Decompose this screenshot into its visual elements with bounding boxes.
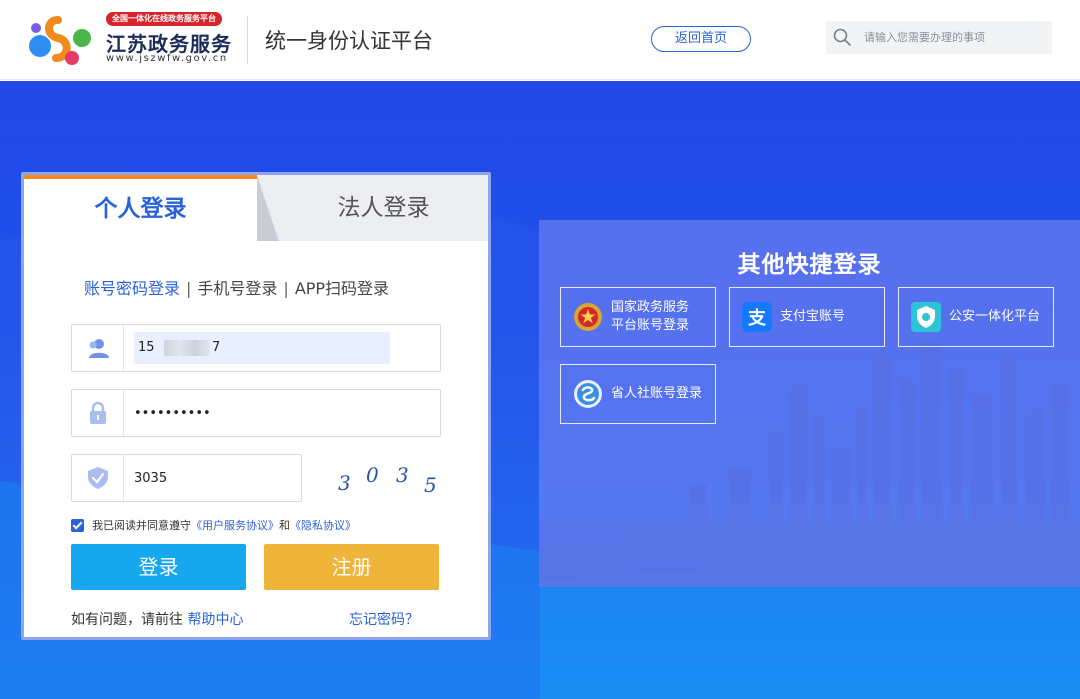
method-separator: | xyxy=(283,279,289,298)
captcha-digit: 5 xyxy=(424,473,437,497)
forgot-password-link[interactable]: 忘记密码？ xyxy=(349,609,419,629)
username-field[interactable]: 15 7 xyxy=(71,324,441,372)
login-card: 个人登录 法人登录 账号密码登录 | 手机号登录 | APP扫码登录 15 7 xyxy=(21,172,491,640)
provincial-social-security-login-label: 省人社账号登录 xyxy=(611,386,703,401)
password-input[interactable] xyxy=(134,397,424,429)
captcha-image[interactable]: 3 0 3 5 xyxy=(332,459,442,499)
quick-login-panel: 其他快捷登录 国家政务服务 平台账号登录 支 支付宝账号 公安一体化平台 省人社… xyxy=(539,220,1080,587)
search-box[interactable] xyxy=(826,21,1052,54)
alipay-login-button[interactable]: 支 支付宝账号 xyxy=(729,287,885,347)
login-tab-bar: 个人登录 法人登录 xyxy=(24,175,488,241)
method-account-password[interactable]: 账号密码登录 xyxy=(84,279,180,298)
password-field[interactable] xyxy=(71,389,441,437)
tab-personal-login[interactable]: 个人登录 xyxy=(24,175,257,241)
header-divider xyxy=(247,16,248,64)
alipay-login-label: 支付宝账号 xyxy=(780,309,846,324)
police-platform-login-button[interactable]: 公安一体化平台 xyxy=(898,287,1054,347)
alipay-icon: 支 xyxy=(742,302,772,332)
jszwfw-logo-icon[interactable] xyxy=(24,12,100,66)
agreement-conjunction: 和 xyxy=(279,519,290,532)
method-separator: | xyxy=(186,279,192,298)
social-security-icon xyxy=(574,380,602,408)
username-prefix: 15 xyxy=(138,340,155,355)
agreement-checkbox[interactable] xyxy=(71,518,84,532)
user-icon xyxy=(89,339,109,358)
tab-fold-decoration xyxy=(257,175,279,241)
national-platform-login-button[interactable]: 国家政务服务 平台账号登录 xyxy=(560,287,716,347)
password-icon-box xyxy=(72,390,124,436)
help-row: 如有问题，请前往 帮助中心 xyxy=(71,609,243,629)
username-icon-box xyxy=(72,325,124,371)
captcha-icon-box xyxy=(72,455,124,501)
help-prefix: 如有问题，请前往 xyxy=(71,612,183,628)
captcha-digit: 3 xyxy=(396,463,409,487)
platform-title: 统一身份认证平台 xyxy=(265,29,433,53)
police-badge-icon xyxy=(911,302,941,332)
method-app-scan[interactable]: APP扫码登录 xyxy=(295,279,389,298)
privacy-agreement-link[interactable]: 《隐私协议》 xyxy=(290,517,356,533)
user-service-agreement-link[interactable]: 《用户服务协议》 xyxy=(191,517,279,533)
search-input[interactable] xyxy=(864,21,1048,54)
tab-legal-login[interactable]: 法人登录 xyxy=(279,175,488,241)
national-emblem-icon xyxy=(574,303,602,331)
method-phone[interactable]: 手机号登录 xyxy=(197,279,277,298)
brand-badge: 全国一体化在线政务服务平台 xyxy=(106,12,222,26)
login-method-row: 账号密码登录 | 手机号登录 | APP扫码登录 xyxy=(84,275,389,299)
captcha-digit: 3 xyxy=(338,471,351,495)
captcha-digit: 0 xyxy=(366,463,379,487)
provincial-social-security-login-button[interactable]: 省人社账号登录 xyxy=(560,364,716,424)
register-button[interactable]: 注册 xyxy=(264,544,439,590)
header: 全国一体化在线政务服务平台 江苏政务服务 www.jszwfw.gov.cn 统… xyxy=(0,0,1080,80)
agreement-prefix: 我已阅读并同意遵守 xyxy=(92,519,191,532)
home-button[interactable]: 返回首页 xyxy=(651,26,751,52)
brand-url: www.jszwfw.gov.cn xyxy=(106,53,228,64)
username-mask xyxy=(164,340,210,356)
national-platform-login-label: 国家政务服务 平台账号登录 xyxy=(611,300,690,333)
police-platform-login-label: 公安一体化平台 xyxy=(949,309,1041,324)
username-suffix: 7 xyxy=(212,340,221,355)
shield-icon xyxy=(88,467,108,489)
agreement-row: 我已阅读并同意遵守 《用户服务协议》 和 《隐私协议》 xyxy=(71,517,356,533)
help-center-link[interactable]: 帮助中心 xyxy=(187,612,243,628)
login-button[interactable]: 登录 xyxy=(71,544,246,590)
captcha-field[interactable] xyxy=(71,454,302,502)
lock-icon xyxy=(90,401,106,424)
search-icon[interactable] xyxy=(832,27,852,47)
svg-text:支: 支 xyxy=(747,307,767,329)
captcha-input[interactable] xyxy=(134,462,294,494)
quick-login-title: 其他快捷登录 xyxy=(737,252,882,278)
